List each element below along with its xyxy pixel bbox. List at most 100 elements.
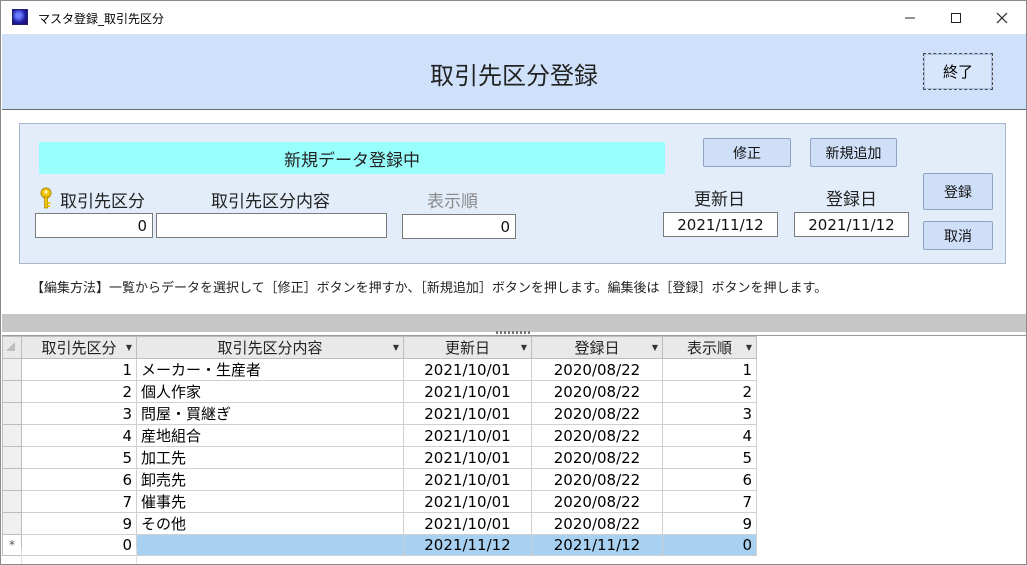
- cancel-button[interactable]: 取消: [923, 221, 993, 250]
- cell-registered[interactable]: 2020/08/22: [531, 468, 663, 491]
- cell-content[interactable]: メーカー・生産者: [136, 358, 404, 381]
- cell-registered[interactable]: 2020/08/22: [531, 358, 663, 381]
- primary-key-icon: [40, 187, 52, 209]
- cell-content[interactable]: 産地組合: [136, 424, 404, 447]
- cell-code[interactable]: 5: [21, 446, 137, 469]
- instructions-text: 【編集方法】一覧からデータを選択して［修正］ボタンを押すか、［新規追加］ボタンを…: [31, 281, 828, 296]
- cell-order[interactable]: 9: [662, 512, 757, 535]
- app-window: マスタ登録_取引先区分 取引先区分登録 終了 新規データ登録中 修正 新規追加 …: [0, 0, 1027, 565]
- cell-code[interactable]: 7: [21, 490, 137, 513]
- cell-content[interactable]: 卸売先: [136, 468, 404, 491]
- cell-order[interactable]: 5: [662, 446, 757, 469]
- sort-dropdown-icon[interactable]: ▼: [126, 343, 132, 352]
- close-button[interactable]: [979, 1, 1025, 34]
- updated-label: 更新日: [694, 190, 745, 210]
- add-new-button[interactable]: 新規追加: [810, 138, 897, 167]
- code-label: 取引先区分: [60, 192, 145, 212]
- cell-order[interactable]: 2: [662, 380, 757, 403]
- grid-empty-area: [2, 549, 1026, 564]
- minimize-icon: [905, 17, 915, 18]
- cell-registered[interactable]: 2020/08/22: [531, 402, 663, 425]
- maximize-icon: [951, 12, 961, 23]
- cell-updated[interactable]: 2021/10/01: [403, 446, 532, 469]
- cell-registered[interactable]: 2020/08/22: [531, 424, 663, 447]
- registered-label: 登録日: [826, 190, 877, 210]
- row-selector[interactable]: [2, 512, 22, 535]
- row-selector[interactable]: [2, 402, 22, 425]
- updated-field[interactable]: 2021/11/12: [663, 212, 778, 237]
- sort-dropdown-icon[interactable]: ▼: [521, 343, 527, 352]
- cell-updated[interactable]: 2021/10/01: [403, 424, 532, 447]
- cell-updated[interactable]: 2021/10/01: [403, 468, 532, 491]
- code-field[interactable]: 0: [35, 213, 153, 238]
- cell-updated[interactable]: 2021/10/01: [403, 358, 532, 381]
- datasheet-table: 取引先区分 ▼ 取引先区分内容 ▼ 更新日 ▼ 登録日 ▼ 表示順 ▼ 1 メーカー・生産…: [2, 336, 757, 556]
- table-row[interactable]: 3 問屋・買継ぎ 2021/10/01 2020/08/22 3: [2, 402, 757, 425]
- row-selector[interactable]: [2, 490, 22, 513]
- row-selector[interactable]: [2, 446, 22, 469]
- registered-field[interactable]: 2021/11/12: [794, 212, 909, 237]
- cell-registered[interactable]: 2020/08/22: [531, 380, 663, 403]
- cell-content[interactable]: 個人作家: [136, 380, 404, 403]
- cell-updated[interactable]: 2021/10/01: [403, 490, 532, 513]
- close-icon: [996, 12, 1008, 23]
- cell-code[interactable]: 3: [21, 402, 137, 425]
- save-button[interactable]: 登録: [923, 173, 993, 210]
- order-field[interactable]: 0: [402, 214, 516, 239]
- edit-panel: 新規データ登録中 修正 新規追加 登録 取消 取引先区分 取引先区分内容 表示順…: [19, 123, 1006, 264]
- cell-code[interactable]: 6: [21, 468, 137, 491]
- table-row[interactable]: 1 メーカー・生産者 2021/10/01 2020/08/22 1: [2, 358, 757, 381]
- cell-code[interactable]: 4: [21, 424, 137, 447]
- maximize-button[interactable]: [933, 1, 979, 34]
- sort-dropdown-icon[interactable]: ▼: [393, 343, 399, 352]
- cell-order[interactable]: 1: [662, 358, 757, 381]
- sort-dropdown-icon[interactable]: ▼: [746, 343, 752, 352]
- table-row[interactable]: 5 加工先 2021/10/01 2020/08/22 5: [2, 446, 757, 469]
- row-selector[interactable]: [2, 424, 22, 447]
- row-selector[interactable]: [2, 468, 22, 491]
- sort-dropdown-icon[interactable]: ▼: [652, 343, 658, 352]
- row-selector[interactable]: [2, 380, 22, 403]
- title-bar: マスタ登録_取引先区分: [1, 1, 1026, 34]
- cell-updated[interactable]: 2021/10/01: [403, 512, 532, 535]
- row-selector[interactable]: [2, 358, 22, 381]
- table-row[interactable]: 6 卸売先 2021/10/01 2020/08/22 6: [2, 468, 757, 491]
- cell-registered[interactable]: 2020/08/22: [531, 446, 663, 469]
- cell-code[interactable]: 2: [21, 380, 137, 403]
- cell-content[interactable]: 催事先: [136, 490, 404, 513]
- column-header-registered[interactable]: 登録日 ▼: [531, 336, 663, 359]
- cell-order[interactable]: 7: [662, 490, 757, 513]
- cell-code[interactable]: 1: [21, 358, 137, 381]
- table-row[interactable]: 7 催事先 2021/10/01 2020/08/22 7: [2, 490, 757, 513]
- exit-button[interactable]: 終了: [923, 53, 993, 90]
- cell-code[interactable]: 9: [21, 512, 137, 535]
- column-header-content[interactable]: 取引先区分内容 ▼: [136, 336, 404, 359]
- table-row[interactable]: 2 個人作家 2021/10/01 2020/08/22 2: [2, 380, 757, 403]
- cell-order[interactable]: 4: [662, 424, 757, 447]
- splitter-grip[interactable]: [496, 331, 532, 334]
- content-field[interactable]: [156, 213, 387, 238]
- table-row[interactable]: 9 その他 2021/10/01 2020/08/22 9: [2, 512, 757, 535]
- cell-order[interactable]: 3: [662, 402, 757, 425]
- cell-content[interactable]: 加工先: [136, 446, 404, 469]
- column-header-code[interactable]: 取引先区分 ▼: [21, 336, 137, 359]
- select-all-corner[interactable]: [2, 336, 22, 359]
- app-icon: [12, 9, 28, 25]
- edit-button[interactable]: 修正: [703, 138, 791, 167]
- page-title: 取引先区分登録: [430, 62, 598, 90]
- cell-registered[interactable]: 2020/08/22: [531, 512, 663, 535]
- cell-content[interactable]: 問屋・買継ぎ: [136, 402, 404, 425]
- cell-content[interactable]: その他: [136, 512, 404, 535]
- column-header-order[interactable]: 表示順 ▼: [662, 336, 757, 359]
- minimize-button[interactable]: [887, 1, 933, 34]
- column-header-updated[interactable]: 更新日 ▼: [403, 336, 532, 359]
- status-banner: 新規データ登録中: [39, 142, 665, 174]
- table-row[interactable]: 4 産地組合 2021/10/01 2020/08/22 4: [2, 424, 757, 447]
- cell-updated[interactable]: 2021/10/01: [403, 380, 532, 403]
- cell-order[interactable]: 6: [662, 468, 757, 491]
- window-title: マスタ登録_取引先区分: [38, 12, 165, 26]
- form-header: 取引先区分登録 終了: [2, 34, 1026, 110]
- content-label: 取引先区分内容: [211, 192, 330, 212]
- cell-updated[interactable]: 2021/10/01: [403, 402, 532, 425]
- cell-registered[interactable]: 2020/08/22: [531, 490, 663, 513]
